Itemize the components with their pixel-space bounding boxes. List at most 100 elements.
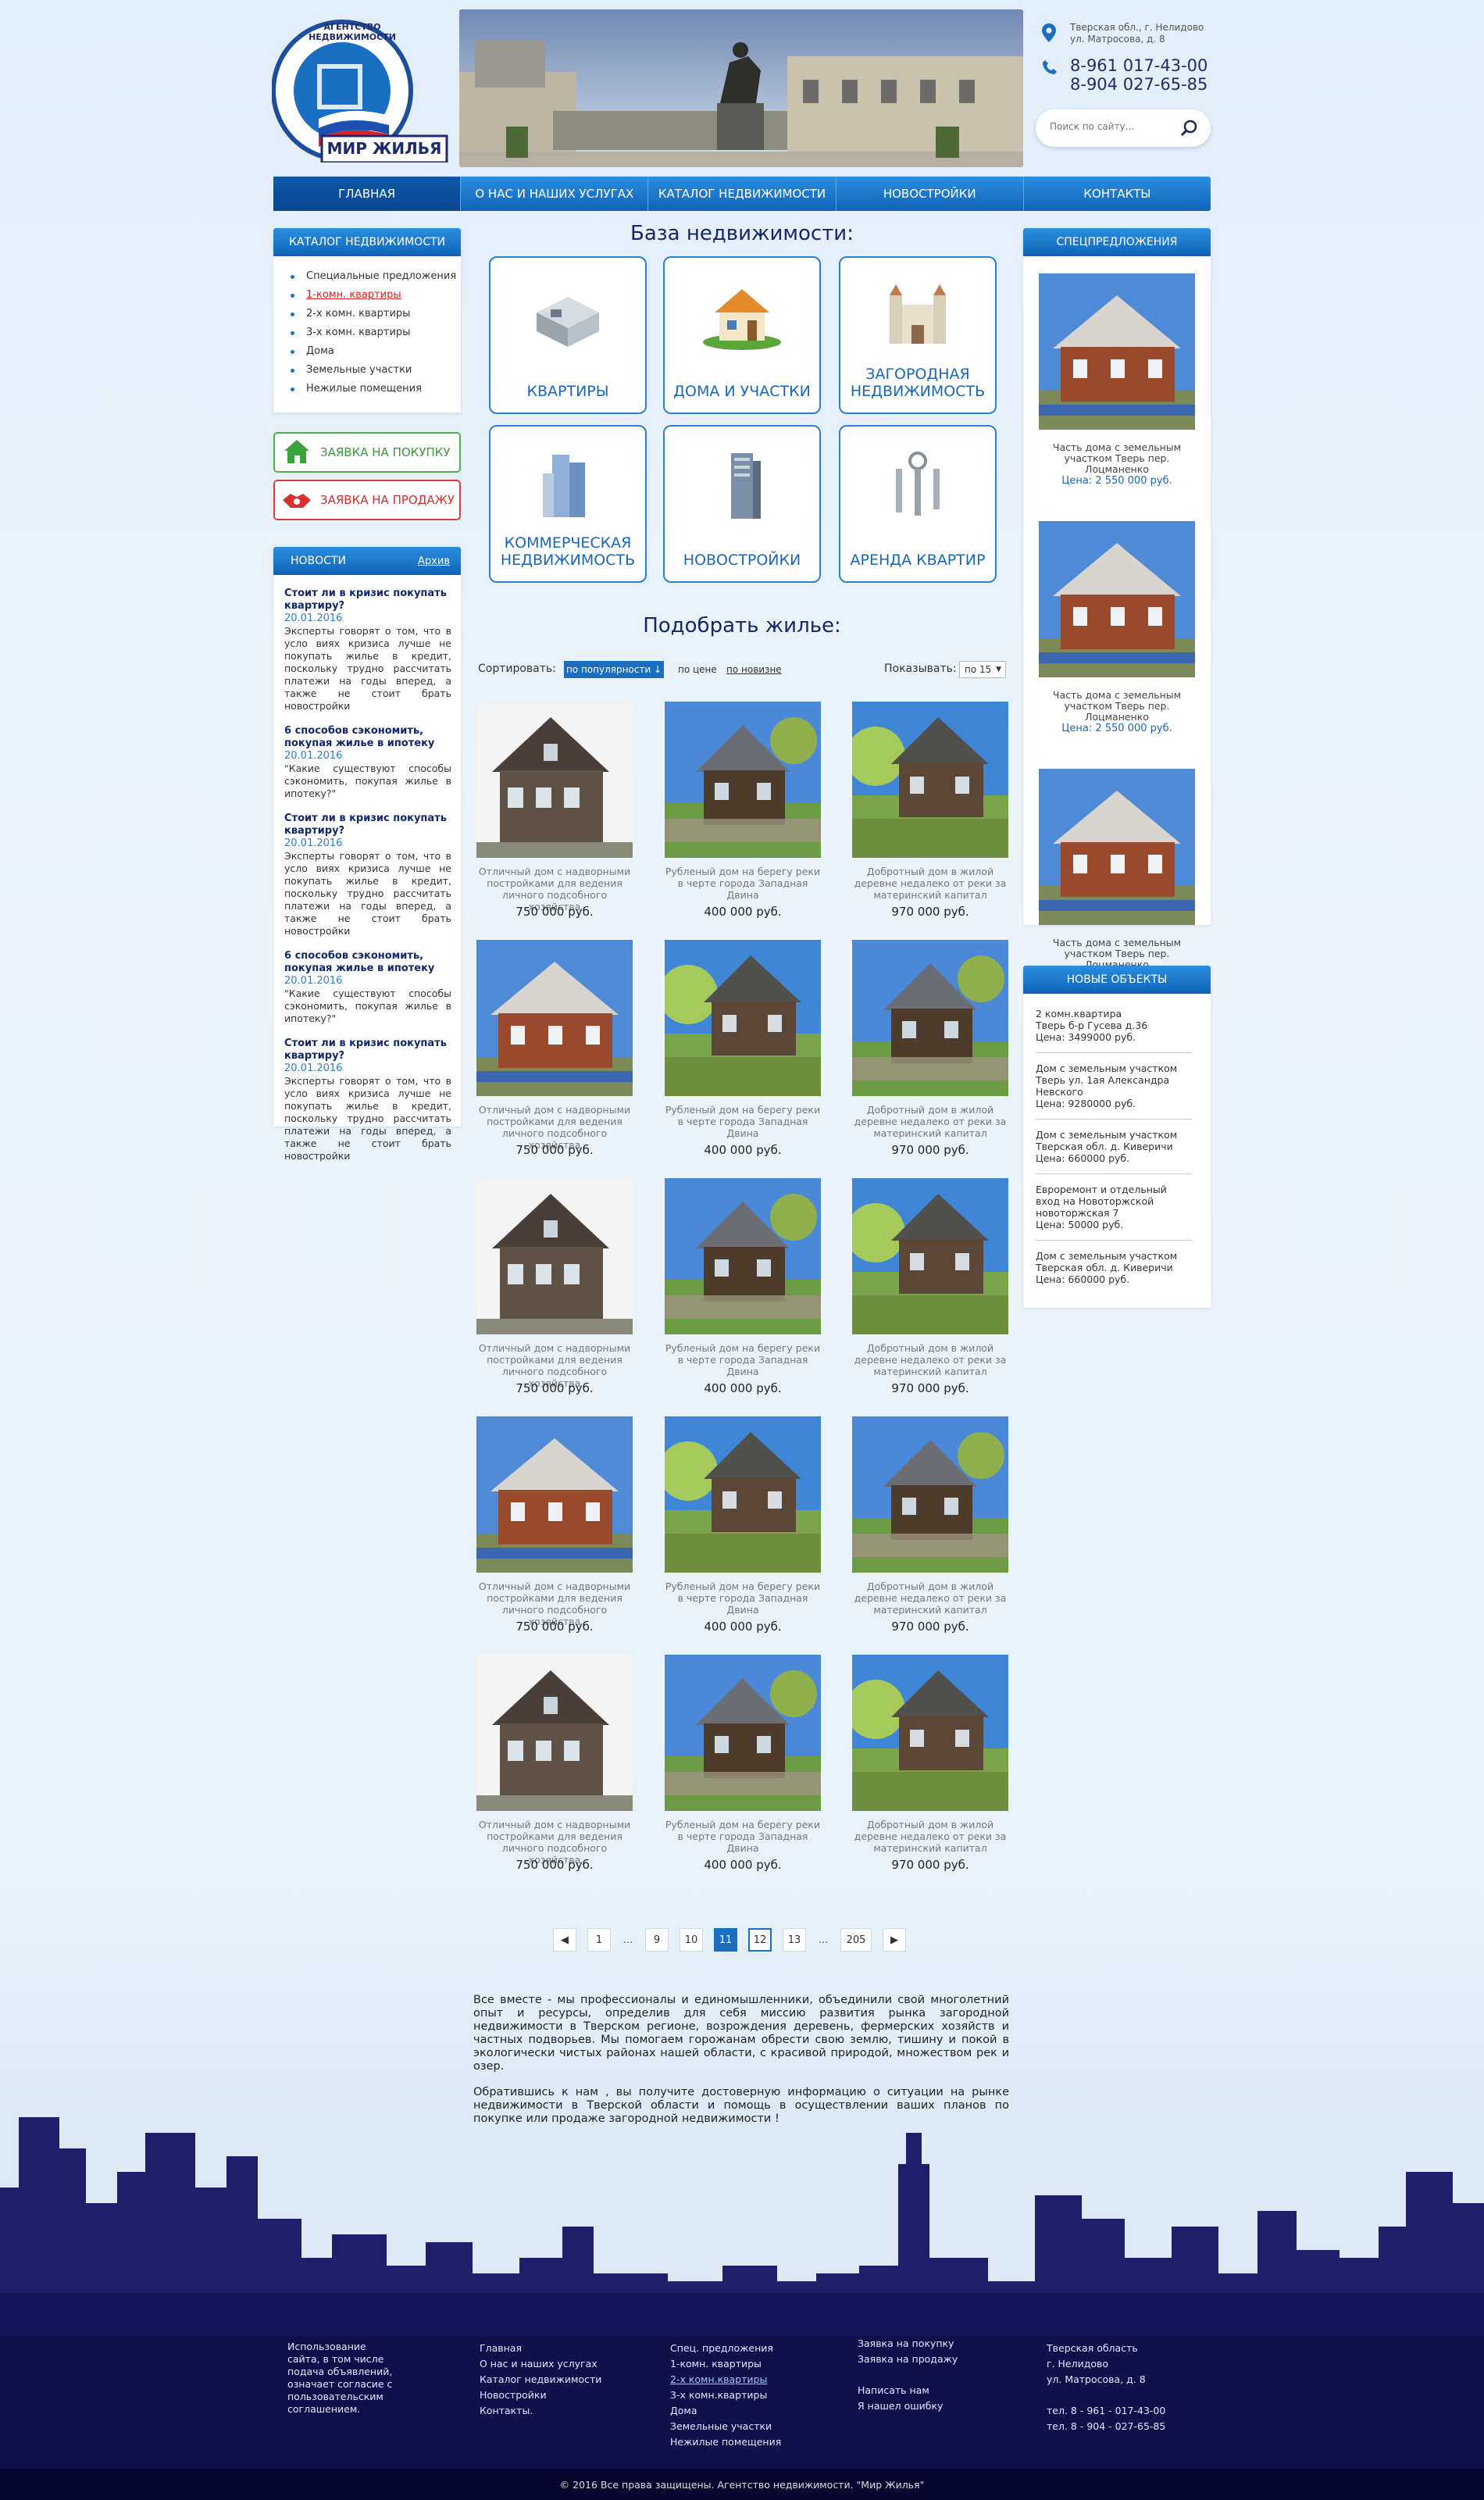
sort-price-link[interactable]: по цене bbox=[678, 664, 717, 675]
page-next-button[interactable]: ▶ bbox=[883, 1928, 906, 1952]
news-item-title[interactable]: 6 способов сэкономить, покупая жилье в и… bbox=[284, 725, 451, 750]
page-link[interactable]: 13 bbox=[783, 1928, 806, 1952]
page-link[interactable]: 1 bbox=[587, 1928, 611, 1952]
category-commercial[interactable]: КОММЕРЧЕСКАЯ НЕДВИЖИМОСТЬ bbox=[489, 425, 647, 583]
skyscraper-icon bbox=[731, 453, 761, 519]
phone-2-prefix: 8-904 bbox=[1070, 75, 1118, 94]
new-object-item[interactable]: 2 комн.квартира Тверь б-р Гусева д.36 Це… bbox=[1036, 1008, 1192, 1053]
sort-popularity-button[interactable]: по популярности ↓ bbox=[564, 661, 664, 678]
footer-link[interactable]: Я нашел ошибку bbox=[858, 2398, 958, 2414]
catalog-item-special[interactable]: Специальные предложения bbox=[291, 267, 461, 286]
footer-link[interactable]: Заявка на продажу bbox=[858, 2352, 958, 2367]
listing-card[interactable]: Отличный дом с надворными постройками дл… bbox=[476, 702, 633, 919]
footer-link[interactable]: О нас и наших услугах bbox=[480, 2356, 601, 2372]
footer-link[interactable]: 3-х комн.квартиры bbox=[670, 2388, 781, 2403]
search-input[interactable] bbox=[1050, 121, 1175, 132]
page-link[interactable]: 12 bbox=[748, 1928, 772, 1952]
listing-card[interactable]: Отличный дом с надворными постройками дл… bbox=[476, 1178, 633, 1395]
category-apartments[interactable]: КВАРТИРЫ bbox=[489, 256, 647, 414]
page-current[interactable]: 11 bbox=[714, 1928, 737, 1952]
agency-logo[interactable]: АГЕНТСТВО НЕДВИЖИМОСТИ МИР ЖИЛЬЯ bbox=[271, 19, 450, 164]
arrow-right-icon: ▶ bbox=[890, 1934, 898, 1946]
new-object-item[interactable]: Дом с земельным участком Тверская обл. д… bbox=[1036, 1129, 1192, 1174]
news-item-title[interactable]: Стоит ли в кризис покупать квартиру? bbox=[284, 1038, 451, 1062]
page-link[interactable]: 10 bbox=[680, 1928, 703, 1952]
footer-phone[interactable]: тел. 8 - 904 - 027-65-85 bbox=[1047, 2419, 1165, 2434]
footer-link[interactable]: Заявка на покупку bbox=[858, 2336, 958, 2352]
footer-link[interactable]: Написать нам bbox=[858, 2383, 958, 2398]
footer-link[interactable]: 2-х комн.квартиры bbox=[670, 2372, 781, 2388]
special-offer-card[interactable]: Часть дома с земельным участком Тверь пе… bbox=[1039, 769, 1195, 982]
category-label: ДОМА И УЧАСТКИ bbox=[673, 383, 811, 400]
listing-photo bbox=[665, 1416, 821, 1573]
category-rent[interactable]: АРЕНДА КВАРТИР bbox=[839, 425, 997, 583]
catalog-item-land[interactable]: Земельные участки bbox=[291, 361, 461, 380]
listing-caption: Отличный дом с надворными постройками дл… bbox=[478, 1580, 631, 1627]
news-item-title[interactable]: Стоит ли в кризис покупать квартиру? bbox=[284, 812, 451, 838]
new-object-item[interactable]: Евроремонт и отдельный вход на Новоторжс… bbox=[1036, 1184, 1192, 1241]
listing-card[interactable]: Добротный дом в жилой деревне недалеко о… bbox=[852, 1416, 1008, 1634]
special-offer-card[interactable]: Часть дома с земельным участком Тверь пе… bbox=[1039, 521, 1195, 734]
footer-link[interactable]: Каталог недвижимости bbox=[480, 2372, 601, 2388]
page-prev-button[interactable]: ◀ bbox=[553, 1928, 576, 1952]
logo-tagline: АГЕНТСТВО НЕДВИЖИМОСТИ bbox=[309, 22, 396, 42]
footer-link[interactable]: Новостройки bbox=[480, 2388, 601, 2403]
footer-link[interactable]: Контакты. bbox=[480, 2403, 601, 2419]
footer-link[interactable]: Нежилые помещения bbox=[670, 2434, 781, 2450]
catalog-item-1-room[interactable]: 1-комн. квартиры bbox=[291, 286, 461, 305]
footer-phone[interactable]: тел. 8 - 961 - 017-43-00 bbox=[1047, 2403, 1165, 2419]
category-houses-land[interactable]: ДОМА И УЧАСТКИ bbox=[663, 256, 821, 414]
listing-card[interactable]: Отличный дом с надворными постройками дл… bbox=[476, 940, 633, 1157]
new-object-item[interactable]: Дом с земельным участком Тверь ул. 1ая А… bbox=[1036, 1062, 1192, 1120]
listing-card[interactable]: Добротный дом в жилой деревне недалеко о… bbox=[852, 702, 1008, 919]
listing-card[interactable]: Рубленый дом на берегу реки в черте горо… bbox=[665, 1416, 821, 1634]
footer-link[interactable]: 1-комн. квартиры bbox=[670, 2356, 781, 2372]
nav-catalog[interactable]: КАТАЛОГ НЕДВИЖИМОСТИ bbox=[648, 177, 837, 211]
category-country[interactable]: ЗАГОРОДНАЯ НЕДВИЖИМОСТЬ bbox=[839, 256, 997, 414]
phone-1[interactable]: 8-961 017-43-00 bbox=[1039, 56, 1226, 75]
category-new-buildings[interactable]: НОВОСТРОЙКИ bbox=[663, 425, 821, 583]
footer-link[interactable]: Земельные участки bbox=[670, 2419, 781, 2434]
catalog-item-houses[interactable]: Дома bbox=[291, 342, 461, 361]
show-count-select[interactable]: по 15 ▼ bbox=[959, 661, 1006, 678]
listing-caption: Добротный дом в жилой деревне недалеко о… bbox=[854, 1819, 1007, 1854]
page-link[interactable]: 205 bbox=[840, 1928, 872, 1952]
sell-request-button[interactable]: ЗАЯВКА НА ПРОДАЖУ bbox=[273, 480, 461, 520]
nav-about[interactable]: О НАС И НАШИХ УСЛУГАХ bbox=[461, 177, 649, 211]
listing-card[interactable]: Добротный дом в жилой деревне недалеко о… bbox=[852, 1655, 1008, 1872]
listing-card[interactable]: Добротный дом в жилой деревне недалеко о… bbox=[852, 1178, 1008, 1395]
nav-contacts[interactable]: КОНТАКТЫ bbox=[1024, 177, 1211, 211]
nav-home[interactable]: ГЛАВНАЯ bbox=[273, 177, 462, 211]
listing-card[interactable]: Добротный дом в жилой деревне недалеко о… bbox=[852, 940, 1008, 1157]
nav-new-buildings[interactable]: НОВОСТРОЙКИ bbox=[837, 177, 1024, 211]
catalog-sidebar: КАТАЛОГ НЕДВИЖИМОСТИ Специальные предлож… bbox=[273, 228, 461, 412]
news-item-title[interactable]: Стоит ли в кризис покупать квартиру? bbox=[284, 588, 451, 612]
listing-card[interactable]: Отличный дом с надворными постройками дл… bbox=[476, 1416, 633, 1634]
listing-card[interactable]: Рубленый дом на берегу реки в черте горо… bbox=[665, 702, 821, 919]
news-archive-link[interactable]: Архив bbox=[418, 555, 450, 567]
footer-link[interactable]: Спец. предложения bbox=[670, 2341, 781, 2356]
page-link[interactable]: 9 bbox=[645, 1928, 669, 1952]
footer-link[interactable]: Главная bbox=[480, 2341, 601, 2356]
listing-card[interactable]: Рубленый дом на берегу реки в черте горо… bbox=[665, 1655, 821, 1872]
special-offer-caption: Часть дома с земельным участком Тверь пе… bbox=[1052, 441, 1182, 475]
buy-request-button[interactable]: ЗАЯВКА НА ПОКУПКУ bbox=[273, 432, 461, 473]
search-icon[interactable] bbox=[1179, 119, 1198, 138]
pagination: ◀ 1 ... 9 10 11 12 13 ... 205 ▶ bbox=[553, 1928, 906, 1952]
catalog-item-commercial[interactable]: Нежилые помещения bbox=[291, 380, 461, 398]
catalog-item-3-room[interactable]: 3-х комн. квартиры bbox=[291, 323, 461, 342]
catalog-item-2-room[interactable]: 2-х комн. квартиры bbox=[291, 305, 461, 323]
listing-photo bbox=[665, 940, 821, 1096]
listing-card[interactable]: Рубленый дом на берегу реки в черте горо… bbox=[665, 940, 821, 1157]
sort-newest-link[interactable]: по новизне bbox=[726, 664, 782, 675]
new-object-item[interactable]: Дом с земельным участком Тверская обл. д… bbox=[1036, 1250, 1192, 1295]
special-offer-card[interactable]: Часть дома с земельным участком Тверь пе… bbox=[1039, 273, 1195, 487]
listing-card[interactable]: Рубленый дом на берегу реки в черте горо… bbox=[665, 1178, 821, 1395]
listing-card[interactable]: Отличный дом с надворными постройками дл… bbox=[476, 1655, 633, 1872]
listing-price: 750 000 руб. bbox=[515, 1858, 594, 1872]
new-objects-sidebar: НОВЫЕ ОБЪЕКТЫ 2 комн.квартира Тверь б-р … bbox=[1023, 966, 1211, 1308]
listing-price: 970 000 руб. bbox=[891, 1381, 969, 1395]
news-item-title[interactable]: 6 способов сэкономить, покупая жилье в и… bbox=[284, 950, 451, 975]
phone-2[interactable]: 8-904 027-65-85 bbox=[1039, 75, 1226, 94]
footer-link[interactable]: Дома bbox=[670, 2403, 781, 2419]
